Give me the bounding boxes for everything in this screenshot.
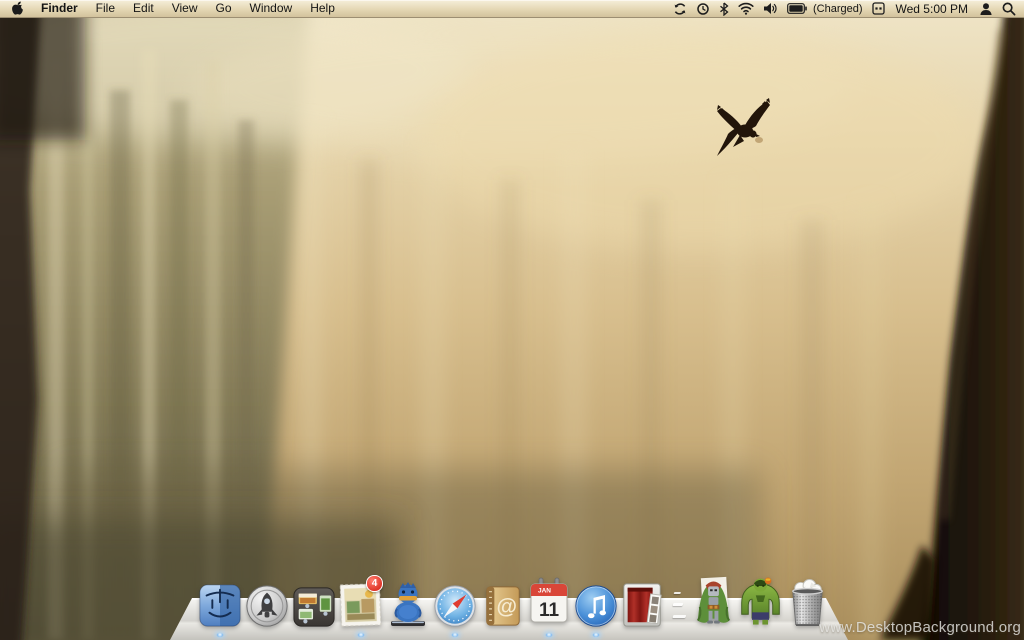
watermark: www.DesktopBackground.org	[819, 619, 1021, 636]
bluetooth-icon[interactable]	[719, 2, 729, 16]
dock-item-mail[interactable]: 4	[337, 579, 384, 629]
menu-item-edit[interactable]: Edit	[124, 0, 163, 17]
itunes-icon	[573, 583, 619, 629]
dock-separator	[666, 585, 690, 629]
battery-icon[interactable]	[787, 3, 807, 14]
menu-item-view[interactable]: View	[163, 0, 207, 17]
blue-duck-icon	[387, 579, 429, 629]
time-machine-icon[interactable]	[696, 2, 710, 16]
address-book-icon: @	[480, 583, 524, 629]
hulk-figure-icon	[737, 575, 784, 629]
running-indicator	[592, 633, 599, 637]
menu-item-finder[interactable]: Finder	[32, 0, 87, 17]
finder-icon	[197, 583, 243, 629]
mission-control-icon	[291, 585, 337, 629]
photo-booth-icon	[620, 581, 666, 629]
dock-item-blue-duck[interactable]	[384, 579, 431, 629]
calendar-icon: JAN 11	[526, 577, 572, 629]
spotlight-icon[interactable]	[1002, 2, 1016, 16]
volume-icon[interactable]	[763, 2, 778, 15]
menu-bar-status: (Charged) Wed 5:00 PM	[673, 2, 1016, 16]
dock-item-safari[interactable]	[431, 583, 478, 629]
dock-item-launchpad[interactable]	[243, 583, 290, 629]
dock-item-photo-booth[interactable]	[619, 581, 666, 629]
dock-item-hulk-figure[interactable]	[737, 575, 784, 629]
svg-text:@: @	[496, 596, 517, 619]
menu-bar-clock[interactable]: Wed 5:00 PM	[894, 2, 970, 16]
dock: 4	[170, 574, 848, 640]
green-cloaked-figure-icon	[690, 575, 737, 629]
wallpaper-waterfall	[0, 0, 1024, 640]
apple-menu[interactable]	[8, 1, 32, 16]
desktop: Finder File Edit View Go Window Help	[0, 0, 1024, 640]
sync-icon[interactable]	[673, 2, 687, 16]
dock-item-calendar[interactable]: JAN 11	[525, 577, 572, 629]
dock-item-finder[interactable]	[196, 583, 243, 629]
user-switch-icon[interactable]	[979, 2, 993, 16]
menu-item-help[interactable]: Help	[301, 0, 344, 17]
calendar-month-label: JAN	[538, 588, 551, 595]
mail-unread-badge: 4	[366, 575, 383, 592]
dock-item-address-book[interactable]: @	[478, 583, 525, 629]
dock-item-mission-control[interactable]	[290, 585, 337, 629]
running-indicator	[545, 633, 552, 637]
battery-status-label[interactable]: (Charged)	[813, 3, 863, 15]
running-indicator	[216, 633, 223, 637]
menu-item-go[interactable]: Go	[207, 0, 241, 17]
menu-item-file[interactable]: File	[87, 0, 124, 17]
menu-bar: Finder File Edit View Go Window Help	[0, 0, 1024, 18]
safari-icon	[432, 583, 478, 629]
menu-item-window[interactable]: Window	[241, 0, 302, 17]
running-indicator	[357, 633, 364, 637]
wifi-icon[interactable]	[738, 2, 754, 15]
launchpad-icon	[244, 583, 290, 629]
calendar-day-label: 11	[538, 600, 559, 621]
running-indicator	[451, 633, 458, 637]
dock-item-itunes[interactable]	[572, 583, 619, 629]
apple-logo-icon	[10, 1, 23, 16]
dock-item-green-cloaked-figure[interactable]	[690, 575, 737, 629]
input-menu-icon[interactable]	[872, 2, 885, 15]
